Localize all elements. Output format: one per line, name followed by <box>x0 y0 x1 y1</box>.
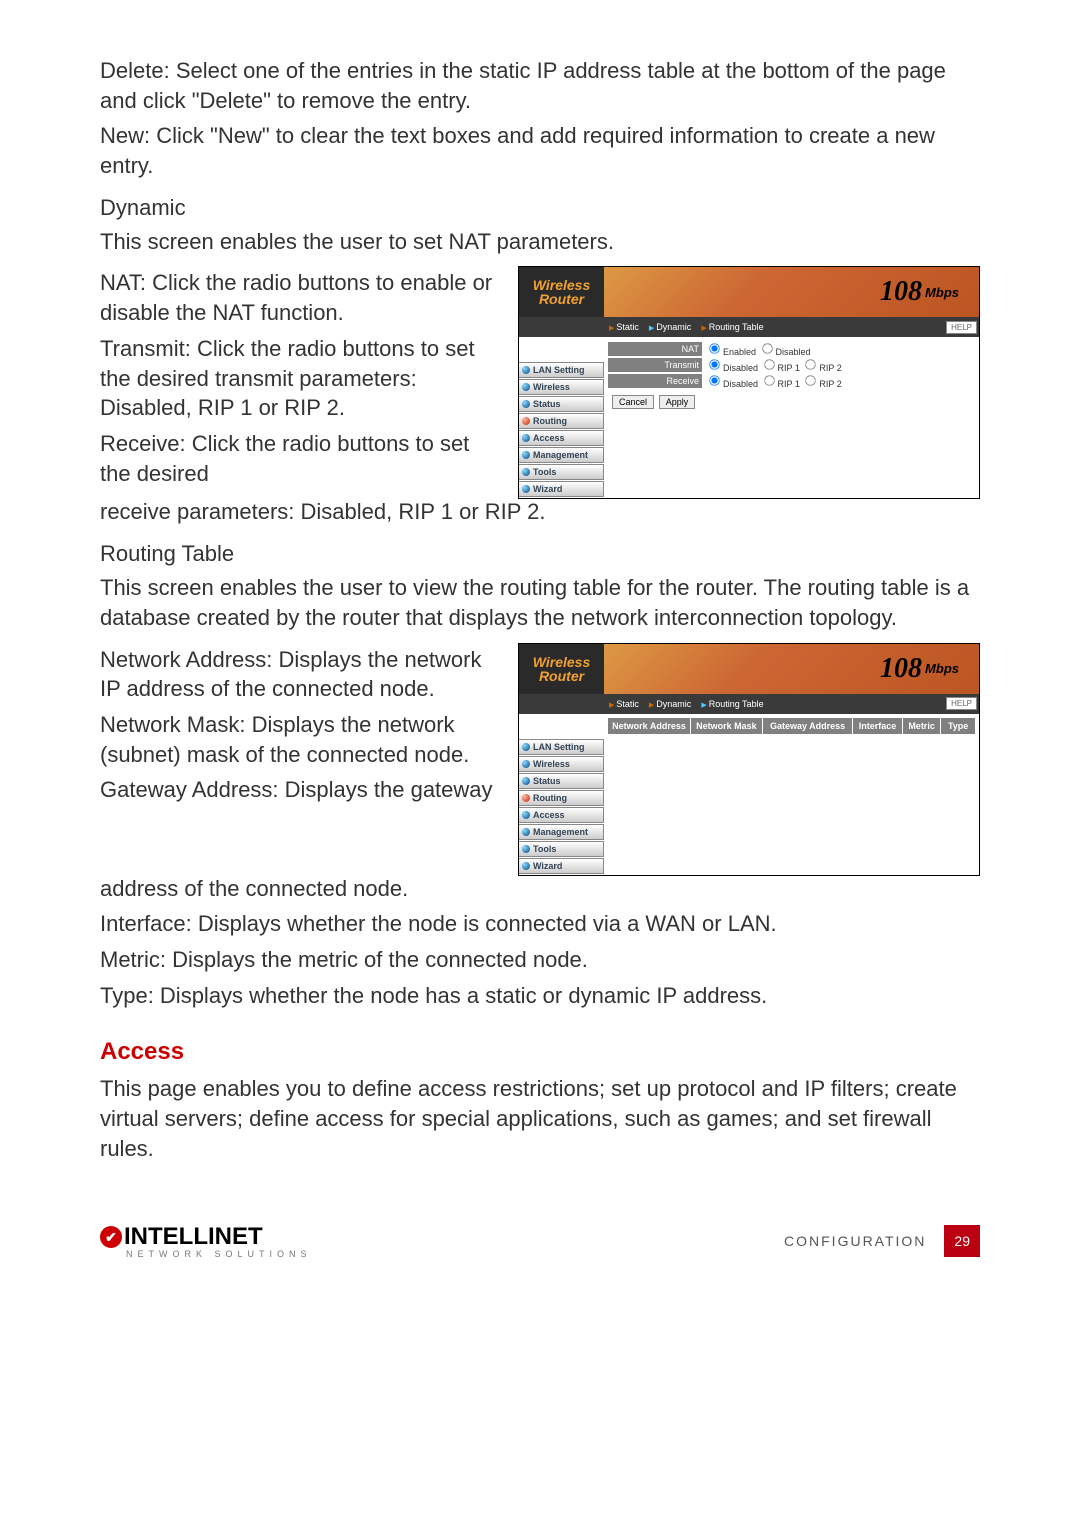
col-gateway-address: Gateway Address <box>763 718 853 734</box>
routing-table-header: Network Address Network Mask Gateway Add… <box>608 718 975 734</box>
paragraph-rt-intro: This screen enables the user to view the… <box>100 573 980 632</box>
sidebar-item-access[interactable]: Access <box>519 807 604 823</box>
cancel-button[interactable]: Cancel <box>612 395 654 409</box>
col-network-address: Network Address <box>608 718 691 734</box>
transmit-label: Transmit <box>608 358 702 373</box>
tab-static[interactable]: Static <box>609 699 639 709</box>
receive-disabled-label: Disabled <box>723 379 758 389</box>
paragraph-gateway-b: address of the connected node. <box>100 874 980 904</box>
col-network-mask: Network Mask <box>691 718 763 734</box>
help-button[interactable]: HELP <box>946 321 977 334</box>
sidebar-item-management[interactable]: Management <box>519 447 604 463</box>
sidebar-item-tools[interactable]: Tools <box>519 841 604 857</box>
transmit-disabled-label: Disabled <box>723 363 758 373</box>
sidebar-item-wizard[interactable]: Wizard <box>519 858 604 874</box>
footer-section-label: CONFIGURATION <box>784 1233 926 1249</box>
paragraph-receive-b: receive parameters: Disabled, RIP 1 or R… <box>100 497 980 527</box>
tab-routing-table[interactable]: Routing Table <box>701 322 763 332</box>
apply-button[interactable]: Apply <box>659 395 696 409</box>
tab-routing-table[interactable]: Routing Table <box>701 699 763 709</box>
nat-label: NAT <box>608 342 702 357</box>
screenshot-dynamic: Wireless Router 108Mbps Static Dynamic R… <box>518 266 980 499</box>
transmit-rip1-radio[interactable] <box>764 360 774 370</box>
sidebar-item-lan[interactable]: LAN Setting <box>519 739 604 755</box>
help-button[interactable]: HELP <box>946 697 977 710</box>
banner-rate: 108Mbps <box>604 644 979 694</box>
receive-disabled-radio[interactable] <box>709 376 719 386</box>
sidebar-item-routing[interactable]: Routing <box>519 790 604 806</box>
receive-rip1-radio[interactable] <box>764 376 774 386</box>
transmit-rip1-label: RIP 1 <box>778 363 800 373</box>
screenshot-routing-table: Wireless Router 108Mbps Static Dynamic R… <box>518 643 980 876</box>
sidebar-item-wireless[interactable]: Wireless <box>519 379 604 395</box>
routing-table-body <box>608 734 975 814</box>
transmit-rip2-label: RIP 2 <box>819 363 841 373</box>
transmit-rip2-radio[interactable] <box>806 360 816 370</box>
paragraph-new: New: Click "New" to clear the text boxes… <box>100 121 980 180</box>
heading-dynamic: Dynamic <box>100 195 980 221</box>
paragraph-type: Type: Displays whether the node has a st… <box>100 981 980 1011</box>
sidebar-item-status[interactable]: Status <box>519 773 604 789</box>
col-metric: Metric <box>903 718 941 734</box>
router-brand: Wireless Router <box>519 267 604 317</box>
brand-name: INTELLINET <box>124 1223 263 1251</box>
sidebar-item-wireless[interactable]: Wireless <box>519 756 604 772</box>
receive-rip2-radio[interactable] <box>806 376 816 386</box>
heading-routing-table: Routing Table <box>100 541 980 567</box>
sidebar-item-status[interactable]: Status <box>519 396 604 412</box>
receive-rip1-label: RIP 1 <box>778 379 800 389</box>
paragraph-access-intro: This page enables you to define access r… <box>100 1074 980 1163</box>
transmit-disabled-radio[interactable] <box>709 360 719 370</box>
sidebar-item-tools[interactable]: Tools <box>519 464 604 480</box>
router-brand: Wireless Router <box>519 644 604 694</box>
paragraph-dynamic-intro: This screen enables the user to set NAT … <box>100 227 980 257</box>
sidebar-item-routing[interactable]: Routing <box>519 413 604 429</box>
brand-logo-icon: ✔ <box>100 1226 122 1248</box>
paragraph-metric: Metric: Displays the metric of the conne… <box>100 945 980 975</box>
paragraph-delete: Delete: Select one of the entries in the… <box>100 56 980 115</box>
receive-rip2-label: RIP 2 <box>819 379 841 389</box>
sidebar-item-access[interactable]: Access <box>519 430 604 446</box>
tab-dynamic[interactable]: Dynamic <box>649 322 691 332</box>
sidebar-item-management[interactable]: Management <box>519 824 604 840</box>
brand-subtitle: NETWORK SOLUTIONS <box>126 1249 312 1259</box>
paragraph-interface: Interface: Displays whether the node is … <box>100 909 980 939</box>
heading-access: Access <box>100 1038 980 1066</box>
col-interface: Interface <box>853 718 903 734</box>
receive-label: Receive <box>608 374 702 389</box>
brand-logo: ✔ INTELLINET <box>100 1223 312 1251</box>
nat-disabled-radio[interactable] <box>762 344 772 354</box>
nat-enabled-radio[interactable] <box>709 344 719 354</box>
sidebar-item-wizard[interactable]: Wizard <box>519 481 604 497</box>
col-type: Type <box>941 718 975 734</box>
banner-rate: 108Mbps <box>604 267 979 317</box>
sidebar-item-lan[interactable]: LAN Setting <box>519 362 604 378</box>
nat-enabled-label: Enabled <box>723 347 756 357</box>
nat-disabled-label: Disabled <box>776 347 811 357</box>
page-number: 29 <box>944 1225 980 1257</box>
tab-static[interactable]: Static <box>609 322 639 332</box>
tab-dynamic[interactable]: Dynamic <box>649 699 691 709</box>
